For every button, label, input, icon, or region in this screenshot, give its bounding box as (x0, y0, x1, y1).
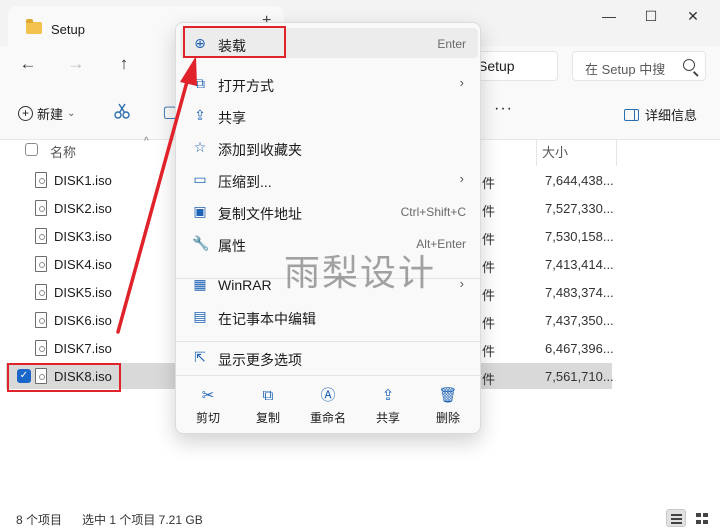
annotation-arrow (116, 56, 197, 334)
